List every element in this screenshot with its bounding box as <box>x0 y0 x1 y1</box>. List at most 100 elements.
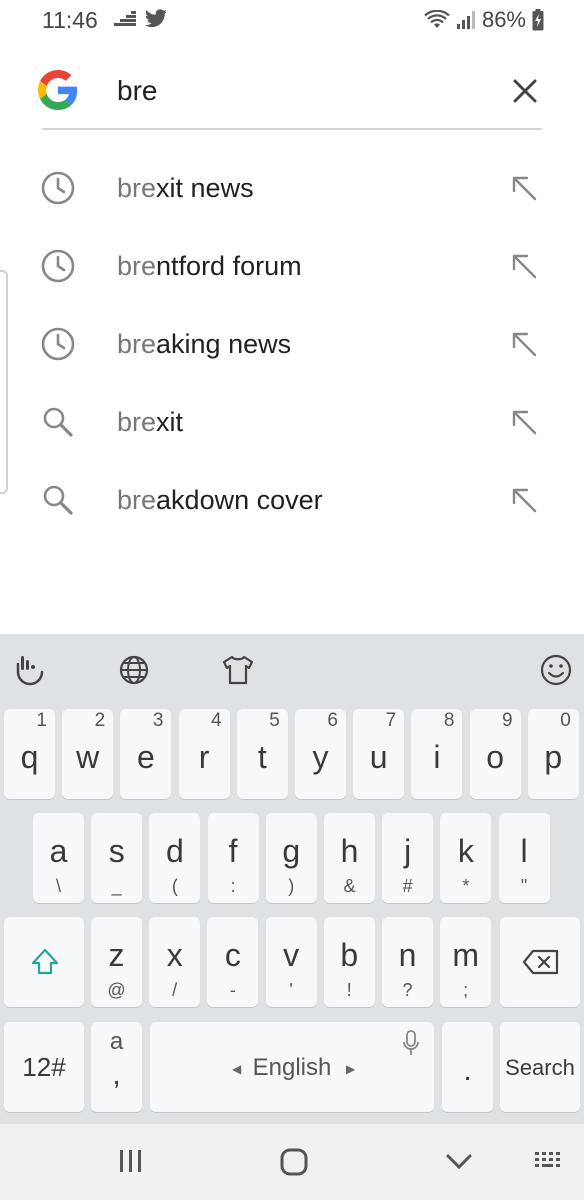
key-p[interactable]: 0p <box>527 709 579 799</box>
key-j[interactable]: j # <box>382 813 434 903</box>
suggestion-text: brexit <box>117 407 183 438</box>
suggestion-item[interactable]: breaking news <box>0 306 584 384</box>
status-left-icons <box>114 9 168 29</box>
key-letter: r <box>198 739 210 775</box>
suggestion-rest: akdown cover <box>156 485 323 515</box>
history-clock-icon <box>40 326 76 362</box>
key-symbol-hint: ' <box>289 980 293 1000</box>
wifi-icon <box>424 10 450 28</box>
fill-query-arrow-icon[interactable] <box>510 174 540 204</box>
key-o[interactable]: 9o <box>469 709 521 799</box>
emoji-icon[interactable] <box>538 652 574 688</box>
key-letter: p <box>544 739 563 775</box>
recent-apps-icon[interactable] <box>116 1146 146 1176</box>
key-letter: q <box>20 739 39 775</box>
key-y[interactable]: 6y <box>295 709 346 799</box>
fill-query-arrow-icon[interactable] <box>510 330 540 360</box>
key-b[interactable]: b! <box>323 917 375 1007</box>
suggestion-rest: xit news <box>156 173 254 203</box>
suggestion-rest: xit <box>156 407 184 437</box>
search-key[interactable]: Search <box>500 1022 580 1112</box>
fill-query-arrow-icon[interactable] <box>510 252 540 282</box>
key-number-hint: 0 <box>560 710 571 731</box>
edge-panel-handle[interactable] <box>0 270 8 494</box>
key-letter: s <box>108 833 125 869</box>
back-chevron-down-icon[interactable] <box>444 1146 474 1176</box>
key-letter: a <box>49 833 68 869</box>
suggestion-item[interactable]: brexit <box>0 384 584 462</box>
key-letter: i <box>433 739 441 775</box>
status-time: 11:46 <box>42 7 98 33</box>
key-x[interactable]: x / <box>149 917 201 1007</box>
status-right-icons: 86% <box>424 7 544 33</box>
key-t[interactable]: 5t <box>236 709 288 799</box>
suggestion-prefix: bre <box>117 329 157 359</box>
battery-percent: 86% <box>481 7 526 32</box>
key-symbol-hint: : <box>230 876 236 896</box>
fill-query-arrow-icon[interactable] <box>510 408 540 438</box>
key-d[interactable]: d( <box>149 813 201 903</box>
key-number-hint: 1 <box>36 710 47 731</box>
key-symbol-hint: / <box>172 980 178 1000</box>
theme-shirt-icon[interactable] <box>220 652 256 688</box>
search-underline <box>42 128 542 130</box>
key-w[interactable]: 2w <box>62 709 114 799</box>
suggestion-prefix: bre <box>117 407 157 437</box>
swype-icon[interactable] <box>12 652 48 688</box>
period-key[interactable]: . <box>442 1022 493 1112</box>
microphone-icon <box>403 1030 419 1055</box>
key-symbol-hint: & <box>343 876 356 896</box>
suggestion-item[interactable]: brexit news <box>0 150 584 228</box>
key-k[interactable]: k * <box>440 813 492 903</box>
key-m[interactable]: m; <box>440 917 492 1007</box>
symbols-key[interactable]: 12# <box>4 1022 84 1112</box>
key-a[interactable]: a \ <box>33 813 84 903</box>
backspace-icon <box>522 949 559 975</box>
key-e[interactable]: 3e <box>120 709 172 799</box>
key-s[interactable]: s _ <box>91 813 143 903</box>
keyboard: 1 q 2 w 3 e 4 r 5 t 6 y 7 u 8 i 9 o 0 p a \ s _ d(f: g) h & j # k * l " z @… <box>0 634 584 1124</box>
search-icon <box>40 482 76 518</box>
key-v[interactable]: v ' <box>265 917 317 1007</box>
suggestion-item[interactable]: brentford forum <box>0 228 584 306</box>
space-key[interactable]: ◀ English ▶ <box>150 1022 434 1112</box>
search-input[interactable]: bre <box>117 75 157 107</box>
backspace-key[interactable] <box>500 917 580 1007</box>
key-r[interactable]: 4r <box>178 709 230 799</box>
key-symbol-hint: ; <box>463 980 469 1000</box>
key-g[interactable]: g) <box>265 813 317 903</box>
key-letter: e <box>136 739 155 775</box>
key-number-hint: 2 <box>94 710 106 731</box>
key-n[interactable]: n? <box>382 917 433 1007</box>
suggestion-list: brexit news brentford forum breaking news b… <box>0 150 584 540</box>
comma-key[interactable]: a, <box>91 1022 142 1112</box>
key-letter: l <box>520 833 528 869</box>
key-number-hint: 3 <box>152 710 164 731</box>
key-letter: f <box>228 833 238 869</box>
key-i[interactable]: 8i <box>411 709 463 799</box>
navigation-bar <box>0 1124 584 1200</box>
home-icon[interactable] <box>278 1146 310 1178</box>
key-letter: y <box>312 739 329 775</box>
key-letter: c <box>224 937 241 973</box>
key-symbol-hint: @ <box>107 980 126 1000</box>
key-q[interactable]: 1q <box>4 709 55 799</box>
key-z[interactable]: z @ <box>91 917 142 1007</box>
key-f[interactable]: f: <box>207 813 259 903</box>
key-u[interactable]: 7u <box>353 709 405 799</box>
key-number-hint: 8 <box>443 710 455 731</box>
key-letter: b <box>340 937 359 973</box>
key-c[interactable]: c- <box>207 917 259 1007</box>
key-l[interactable]: l " <box>498 813 550 903</box>
space-key-label: English <box>252 1054 332 1081</box>
suggestion-item[interactable]: breakdown cover <box>0 462 584 540</box>
globe-icon[interactable] <box>116 652 152 688</box>
key-letter: x <box>166 937 183 973</box>
close-icon[interactable] <box>508 74 542 108</box>
fill-query-arrow-icon[interactable] <box>510 486 540 516</box>
history-clock-icon <box>40 170 76 206</box>
key-h[interactable]: h & <box>324 813 375 903</box>
history-clock-icon <box>40 248 76 284</box>
keyboard-switch-icon[interactable] <box>534 1146 564 1176</box>
shift-key[interactable] <box>4 917 84 1007</box>
